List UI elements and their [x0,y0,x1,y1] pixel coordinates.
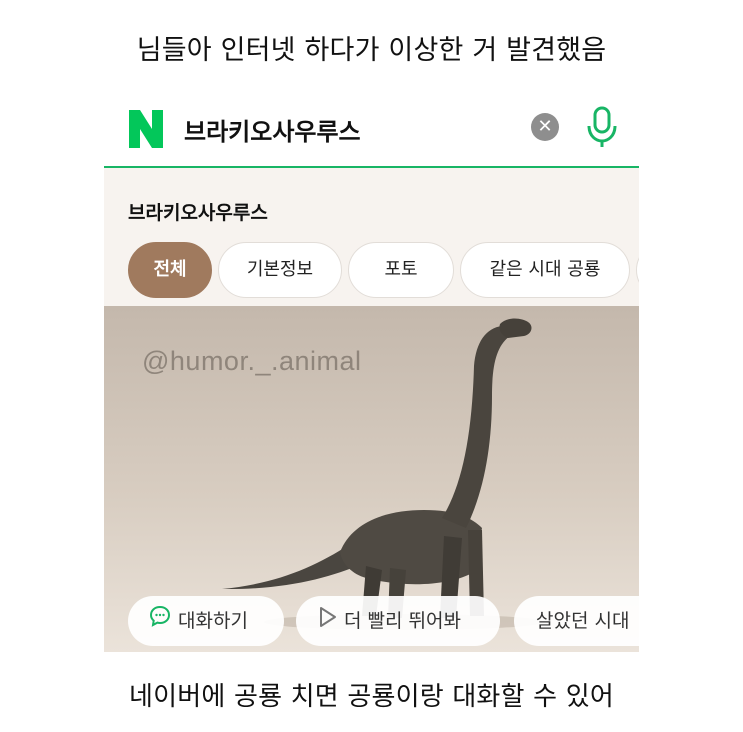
tab-all[interactable]: 전체 [128,242,212,298]
naver-logo[interactable] [126,107,166,151]
chip-label: 살았던 시대 [536,610,630,632]
tab-same-era-dinosaurs[interactable]: 같은 시대 공룡 [460,242,630,298]
dinosaur-image-area[interactable]: @humor._.animal 대화하기 더 빨리 뛰어봐 살았던 시대 [104,306,639,652]
chat-bubble-icon [148,597,172,647]
search-bar: 브라키오사우루스 ✕ [104,96,639,168]
caption-top: 님들아 인터넷 하다가 이상한 거 발견했음 [136,35,607,66]
caption-bottom: 네이버에 공룡 치면 공룡이랑 대화할 수 있어 [129,682,614,712]
search-input[interactable]: 브라키오사우루스 [184,112,361,147]
chip-label: 더 빨리 뛰어봐 [344,610,461,632]
run-faster-chip[interactable]: 더 빨리 뛰어봐 [296,596,500,646]
tab-more[interactable] [636,242,639,298]
suggestion-chips: 대화하기 더 빨리 뛰어봐 살았던 시대 [104,592,639,652]
microphone-icon[interactable] [584,104,620,150]
chip-label: 대화하기 [178,610,248,632]
dinosaur-result-card: 브라키오사우루스 전체 기본정보 포토 같은 시대 공룡 @humor._.an… [104,168,639,652]
tab-basic-info[interactable]: 기본정보 [218,242,342,298]
result-title: 브라키오사우루스 [128,202,268,224]
era-chip[interactable]: 살았던 시대 [514,596,639,646]
chat-chip[interactable]: 대화하기 [128,596,284,646]
clear-search-icon[interactable]: ✕ [531,113,559,141]
tab-photo[interactable]: 포토 [348,242,454,298]
play-icon [318,597,338,647]
naver-search-screen: 브라키오사우루스 ✕ 브라키오사우루스 전체 기본정보 포토 같은 시대 공룡 … [104,96,639,652]
result-tabs: 전체 기본정보 포토 같은 시대 공룡 [128,242,639,298]
